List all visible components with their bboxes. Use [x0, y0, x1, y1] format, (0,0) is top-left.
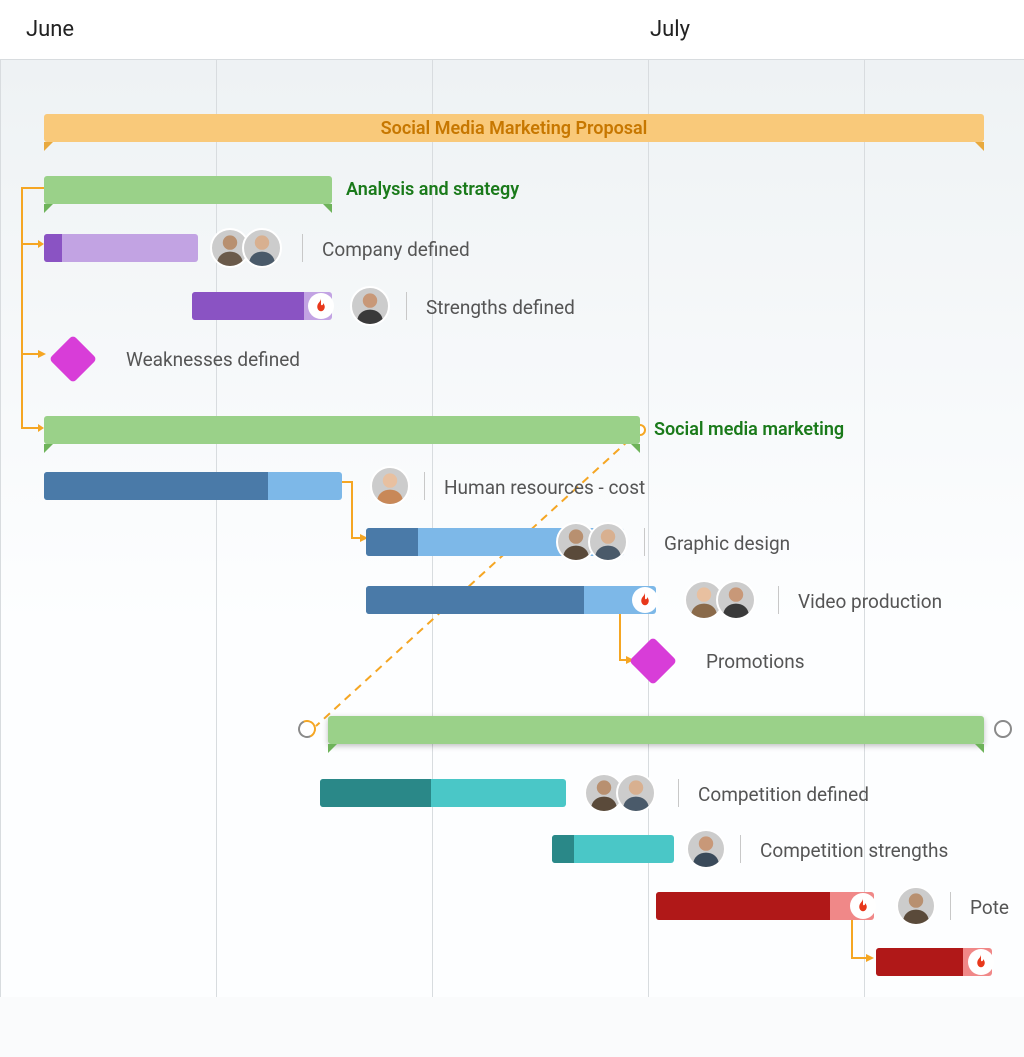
summary-bar-competition[interactable] — [328, 716, 984, 744]
separator — [644, 528, 645, 556]
task-bar-company[interactable] — [44, 234, 198, 262]
avatar-group — [896, 886, 936, 926]
avatar[interactable] — [588, 522, 628, 562]
avatar[interactable] — [616, 773, 656, 813]
priority-flame-icon — [968, 949, 994, 975]
separator — [778, 586, 779, 614]
milestone-label: Weaknesses defined — [126, 348, 300, 371]
avatar[interactable] — [370, 466, 410, 506]
task-label: Pote — [970, 896, 1009, 919]
avatar[interactable] — [242, 228, 282, 268]
separator — [406, 292, 407, 320]
summary-bar-smm[interactable]: Social media marketing — [44, 416, 640, 444]
task-bar-strengths[interactable] — [192, 292, 332, 320]
task-label: Video production — [798, 590, 942, 613]
avatar-group — [556, 522, 628, 562]
separator — [302, 234, 303, 262]
task-bar-compstr[interactable] — [552, 835, 674, 863]
summary-label: Social Media Marketing Proposal — [381, 118, 648, 139]
priority-flame-icon — [632, 587, 658, 613]
priority-flame-icon — [850, 893, 876, 919]
task-label: Strengths defined — [426, 296, 575, 319]
task-bar-video[interactable] — [366, 586, 656, 614]
task-bar-pote[interactable] — [656, 892, 874, 920]
task-bar-compdef[interactable] — [320, 779, 566, 807]
task-bar-hr[interactable] — [44, 472, 342, 500]
separator — [678, 779, 679, 807]
drag-handle-start[interactable] — [295, 717, 318, 740]
milestone-label: Promotions — [706, 650, 805, 673]
milestone-promotions[interactable] — [629, 637, 677, 685]
month-label-july: July — [650, 17, 690, 42]
summary-label: Analysis and strategy — [346, 179, 519, 200]
priority-flame-icon — [308, 293, 334, 319]
avatar[interactable] — [896, 886, 936, 926]
avatar[interactable] — [350, 286, 390, 326]
avatar[interactable] — [716, 580, 756, 620]
drag-handle-end[interactable] — [994, 720, 1012, 738]
separator — [740, 835, 741, 863]
task-label: Company defined — [322, 238, 470, 261]
separator — [424, 472, 425, 500]
gantt-chart[interactable]: June July Social Media — [0, 0, 1024, 997]
avatar-group — [210, 228, 282, 268]
avatar[interactable] — [686, 829, 726, 869]
gantt-grid[interactable]: Social Media Marketing Proposal Analysis… — [0, 60, 1024, 997]
task-label: Competition strengths — [760, 839, 948, 862]
month-label-june: June — [26, 17, 74, 42]
summary-bar-analysis[interactable]: Analysis and strategy — [44, 176, 332, 204]
task-label: Human resources - cost — [444, 476, 645, 499]
separator — [950, 892, 951, 920]
avatar-group — [686, 829, 726, 869]
summary-bar-project[interactable]: Social Media Marketing Proposal — [44, 114, 984, 142]
milestone-weaknesses[interactable] — [49, 335, 97, 383]
timeline-header: June July — [0, 0, 1024, 60]
gridline — [0, 60, 1, 997]
avatar-group — [370, 466, 410, 506]
avatar-group — [350, 286, 390, 326]
task-label: Graphic design — [664, 532, 790, 555]
avatar-group — [584, 773, 656, 813]
summary-label: Social media marketing — [654, 419, 844, 440]
avatar-group — [684, 580, 756, 620]
task-label: Competition defined — [698, 783, 869, 806]
task-bar-last[interactable] — [876, 948, 992, 976]
